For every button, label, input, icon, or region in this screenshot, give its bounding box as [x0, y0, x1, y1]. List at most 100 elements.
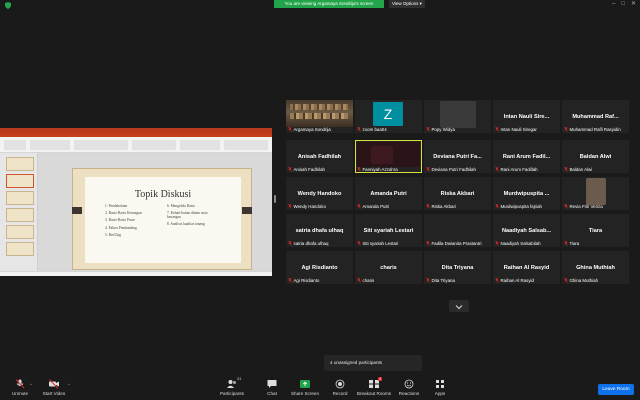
participant-tile[interactable]: Anisah Fadhilah Anisah Fadhilah: [286, 140, 353, 173]
participant-tile[interactable]: Riska Akbari Riska Akbari: [424, 177, 491, 210]
participant-tile[interactable]: Rani Arum Fadil... Rani Arum Fadillah: [493, 140, 560, 173]
participant-tile[interactable]: Agi Risdianto Agi Risdianto: [286, 251, 353, 284]
participants-count: 31: [237, 376, 242, 381]
participant-name: Raihan Al Rasyid: [500, 277, 534, 283]
caret-up-icon[interactable]: ^: [68, 382, 70, 387]
maximize-icon[interactable]: □: [621, 1, 625, 8]
participant-tile[interactable]: Fadila Dwianita Prastantri: [424, 214, 491, 247]
participant-video: [440, 101, 476, 128]
participant-name-label: Muhammad Rafli Rasyidin: [564, 126, 621, 132]
mic-muted-icon: [495, 166, 499, 172]
mic-muted-icon: [564, 240, 568, 246]
apps-button[interactable]: Apps: [420, 379, 460, 396]
participant-tile[interactable]: Tiara Tiara: [562, 214, 629, 247]
security-shield-icon[interactable]: [5, 2, 11, 9]
participant-tile[interactable]: Raihan Al Rasyid Raihan Al Rasyid: [493, 251, 560, 284]
participant-name: Wendy Handoko: [293, 203, 326, 209]
participant-tile[interactable]: charis charis: [355, 251, 422, 284]
participant-name: Riska Akbari: [431, 203, 456, 209]
share-screen-icon: [300, 380, 310, 388]
participant-name: Rani Arum Fadillah: [500, 166, 538, 172]
share-screen-button[interactable]: Share Screen: [285, 379, 325, 396]
participant-name-label: Murdwipuspita fajriah: [495, 203, 542, 209]
shared-screen: Topik Diskusi 1. Pendahuluan 2. Rasio-Ra…: [0, 128, 272, 276]
participant-name-label: Fanniyah Azzahra: [357, 166, 398, 172]
mic-muted-icon: [426, 166, 430, 172]
caret-up-icon[interactable]: ^: [30, 382, 32, 387]
view-options-button[interactable]: View Options ▾: [389, 0, 425, 8]
chat-label: Chat: [267, 391, 277, 396]
participant-tile[interactable]: Revia Fitri Veriza: [562, 177, 629, 210]
participant-tile[interactable]: Ghina Muthiah Ghina Muthiah: [562, 251, 629, 284]
participant-tile[interactable]: Zzoom baa04: [355, 100, 422, 133]
participant-tile[interactable]: Popy Widya: [424, 100, 491, 133]
participant-name-label: Riska Akbari: [426, 203, 456, 209]
video-off-icon: [49, 379, 59, 389]
participant-tile[interactable]: Fanniyah Azzahra: [355, 140, 422, 173]
slide-list-item: keuangan: [167, 215, 181, 220]
participant-tile[interactable]: Muhammad Raf... Muhammad Rafli Rasyidin: [562, 100, 629, 133]
participant-name: Dita Triyana: [431, 277, 455, 283]
mic-muted-icon: [288, 203, 292, 209]
mic-muted-icon: [426, 240, 430, 246]
participant-name: Deviana Putri Fadhilah: [431, 166, 476, 172]
participant-name: Siti syariah Lestari: [362, 240, 399, 246]
participant-name: Tiara: [569, 240, 580, 246]
participant-tile[interactable]: Intan Nauli Sire... Intan Nauli Siregar: [493, 100, 560, 133]
participants-button[interactable]: 31 Participants: [212, 376, 252, 396]
meeting-toolbar: Unmute ^ Start Video ^ 31 Participants C…: [0, 376, 640, 400]
share-screen-label: Share Screen: [290, 391, 320, 396]
participant-tile[interactable]: Argamaya Sondrija: [286, 100, 353, 133]
close-icon[interactable]: ✕: [631, 1, 636, 8]
participant-tile[interactable]: Murdwipuspita ... Murdwipuspita fajriah: [493, 177, 560, 210]
mic-muted-icon: [288, 166, 292, 172]
participant-tile[interactable]: Baldan Alwi Baldan Alwi: [562, 140, 629, 173]
split-divider-handle[interactable]: [274, 195, 276, 203]
ppt-status-bar: [0, 271, 272, 276]
participant-name: Baldan Alwi: [569, 166, 593, 172]
participant-tile[interactable]: Wendy Handoko Wendy Handoko: [286, 177, 353, 210]
mic-muted-icon: [495, 126, 499, 132]
participant-tile[interactable]: satria dhafa ulhaq satria dhafa ulhaq: [286, 214, 353, 247]
slide-list-item: 6. Mengelola Rasio: [167, 204, 196, 208]
leave-room-button[interactable]: Leave Room: [598, 384, 634, 395]
gallery-next-page-button[interactable]: [449, 300, 469, 312]
mic-muted-icon: [357, 166, 361, 172]
participant-video: [286, 100, 353, 127]
slide-list-item: 5. Red flag: [105, 232, 121, 237]
window-controls: – □ ✕: [612, 1, 636, 8]
mic-muted-icon: [288, 240, 292, 246]
mic-muted-icon: [15, 379, 25, 389]
participant-name: Fadila Dwianita Prastantri: [431, 240, 482, 246]
participant-name-label: Amanda Putri: [357, 203, 389, 209]
participant-name: Anisah Fadhilah: [293, 166, 326, 172]
mic-muted-icon: [495, 203, 499, 209]
participant-tile[interactable]: Naadiyah Salsab... Naadiyah Salsabilah: [493, 214, 560, 247]
participant-tile[interactable]: Siti syariah Lestari Siti syariah Lestari: [355, 214, 422, 247]
breakout-rooms-button[interactable]: 4 Breakout Rooms: [354, 377, 394, 396]
participant-name-label: Ghina Muthiah: [564, 277, 598, 283]
participant-name-label: satria dhafa ulhaq: [288, 240, 328, 246]
reactions-icon: [404, 379, 414, 389]
participant-name-label: Baldan Alwi: [564, 166, 592, 172]
mic-muted-icon: [426, 277, 430, 283]
record-icon: [335, 379, 345, 389]
participant-name-label: Naadiyah Salsabilah: [495, 240, 541, 246]
slide-thumbnails: [0, 153, 38, 271]
apps-icon: [436, 380, 444, 388]
participant-name: Amanda Putri: [362, 203, 390, 209]
participant-name: zoom baa04: [362, 126, 387, 132]
participant-name-label: Siti syariah Lestari: [357, 240, 398, 246]
slide-list-right: 6. Mengelola Rasio 7. Kehati-hatian dala…: [167, 204, 208, 230]
minimize-icon[interactable]: –: [612, 1, 615, 8]
mic-muted-icon: [288, 277, 292, 283]
reactions-label: Reactions: [398, 391, 420, 396]
participant-name: Revia Fitri Veriza: [569, 203, 603, 209]
participant-tile[interactable]: Dita Triyana Dita Triyana: [424, 251, 491, 284]
participant-tile[interactable]: Amanda Putri Amanda Putri: [355, 177, 422, 210]
start-video-label: Start Video: [42, 391, 66, 396]
unassigned-participants[interactable]: 4 unassigned participants: [324, 355, 422, 371]
breakout-rooms-label: Breakout Rooms: [356, 391, 392, 396]
participant-tile[interactable]: Deviana Putri Fa... Deviana Putri Fadhila…: [424, 140, 491, 173]
participant-name-label: Rani Arum Fadillah: [495, 166, 538, 172]
